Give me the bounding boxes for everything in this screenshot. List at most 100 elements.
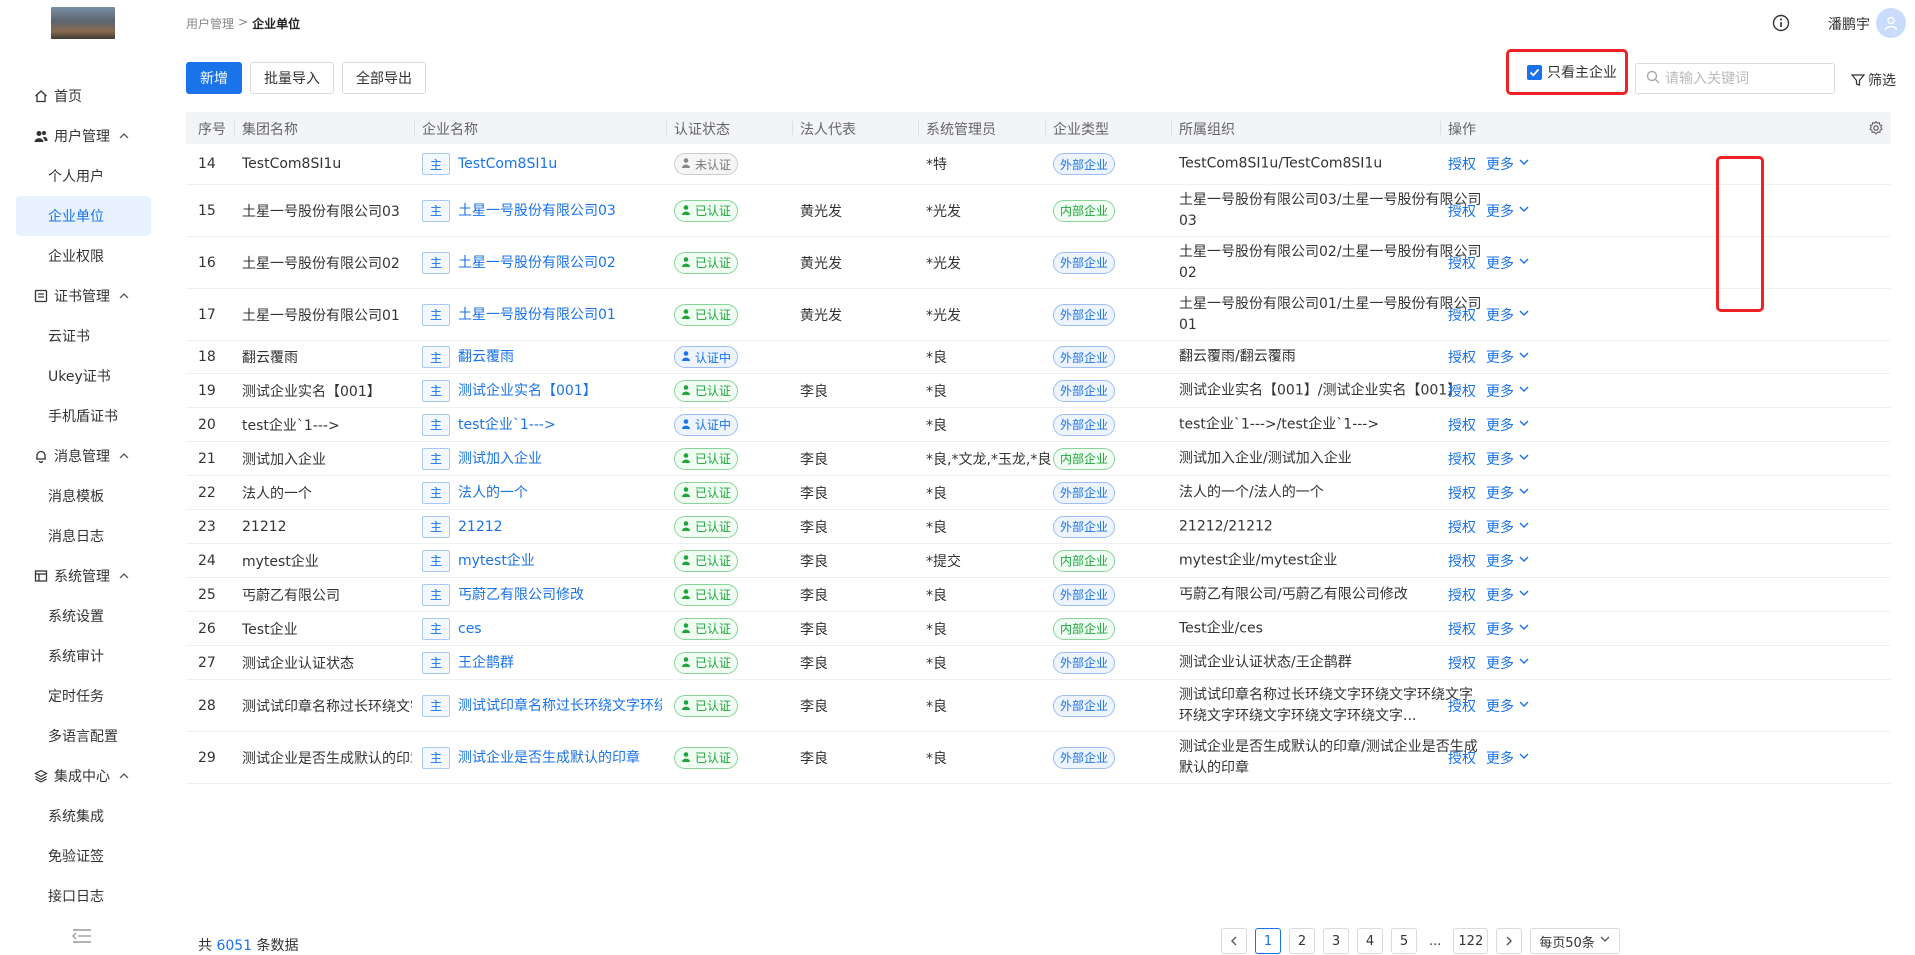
page-5-button[interactable]: 5	[1391, 928, 1417, 954]
more-dropdown[interactable]: 更多	[1486, 619, 1530, 639]
grant-link[interactable]: 授权	[1448, 748, 1476, 768]
page-1-button[interactable]: 1	[1255, 928, 1281, 954]
grant-link[interactable]: 授权	[1448, 653, 1476, 673]
sidebar-item-15[interactable]: 定时任务	[0, 676, 171, 716]
more-dropdown[interactable]: 更多	[1486, 449, 1530, 469]
enterprise-name-link[interactable]: 王企鹊群	[458, 655, 514, 671]
grant-link[interactable]: 授权	[1448, 154, 1476, 174]
enterprise-name-link[interactable]: 测试企业实名【001】	[458, 383, 597, 399]
grant-link[interactable]: 授权	[1448, 449, 1476, 469]
add-button[interactable]: 新增	[186, 62, 242, 94]
sidebar-item-2[interactable]: 个人用户	[0, 156, 171, 196]
last-page-button[interactable]: 122	[1453, 928, 1489, 954]
sidebar-item-20[interactable]: 接口日志	[0, 876, 171, 916]
more-dropdown[interactable]: 更多	[1486, 517, 1530, 537]
column-separator[interactable]	[414, 121, 415, 135]
sidebar-item-17[interactable]: 集成中心	[0, 756, 171, 796]
enterprise-name-link[interactable]: test企业`1--->	[458, 417, 556, 433]
enterprise-name-link[interactable]: 土星一号股份有限公司01	[458, 307, 616, 323]
sidebar-item-0[interactable]: 首页	[0, 76, 171, 116]
enterprise-name-link[interactable]: 土星一号股份有限公司03	[458, 203, 616, 219]
grant-link[interactable]: 授权	[1448, 551, 1476, 571]
avatar[interactable]	[1876, 8, 1906, 38]
more-dropdown[interactable]: 更多	[1486, 585, 1530, 605]
grant-link[interactable]: 授权	[1448, 619, 1476, 639]
enterprise-name-link[interactable]: 丐蔚乙有限公司修改	[458, 587, 584, 603]
more-dropdown[interactable]: 更多	[1486, 415, 1530, 435]
filter-button[interactable]: 筛选	[1851, 70, 1896, 90]
sidebar-item-11[interactable]: 消息日志	[0, 516, 171, 556]
column-separator[interactable]	[666, 121, 667, 135]
grant-link[interactable]: 授权	[1448, 415, 1476, 435]
search-input[interactable]	[1665, 70, 1825, 87]
column-separator[interactable]	[1440, 121, 1441, 135]
sidebar-item-18[interactable]: 系统集成	[0, 796, 171, 836]
column-separator[interactable]	[792, 121, 793, 135]
grant-link[interactable]: 授权	[1448, 517, 1476, 537]
next-page-button[interactable]	[1496, 928, 1523, 954]
prev-page-button[interactable]	[1221, 928, 1247, 954]
page-4-button[interactable]: 4	[1357, 928, 1383, 954]
batch-import-button[interactable]: 批量导入	[250, 62, 334, 94]
enterprise-name-link[interactable]: 法人的一个	[458, 485, 528, 501]
collapse-menu-icon[interactable]	[72, 928, 92, 944]
more-dropdown[interactable]: 更多	[1486, 201, 1530, 221]
more-dropdown[interactable]: 更多	[1486, 305, 1530, 325]
grant-link[interactable]: 授权	[1448, 201, 1476, 221]
info-icon[interactable]	[1772, 14, 1790, 32]
column-separator[interactable]	[1171, 121, 1172, 135]
sidebar-item-7[interactable]: Ukey证书	[0, 356, 171, 396]
enterprise-name-link[interactable]: 测试企业是否生成默认的印章	[458, 750, 640, 766]
sidebar-item-1[interactable]: 用户管理	[0, 116, 171, 156]
sidebar-item-13[interactable]: 系统设置	[0, 596, 171, 636]
sidebar-item-8[interactable]: 手机盾证书	[0, 396, 171, 436]
sidebar-item-16[interactable]: 多语言配置	[0, 716, 171, 756]
page-2-button[interactable]: 2	[1289, 928, 1315, 954]
main-enterprise-only-checkbox[interactable]: 只看主企业	[1506, 49, 1628, 95]
grant-link[interactable]: 授权	[1448, 305, 1476, 325]
grant-link[interactable]: 授权	[1448, 253, 1476, 273]
sidebar-item-5[interactable]: 证书管理	[0, 276, 171, 316]
enterprise-name-link[interactable]: mytest企业	[458, 553, 535, 569]
column-separator[interactable]	[1045, 121, 1046, 135]
page-size-select[interactable]: 每页50条	[1530, 928, 1621, 954]
more-dropdown[interactable]: 更多	[1486, 381, 1530, 401]
grant-link[interactable]: 授权	[1448, 347, 1476, 367]
breadcrumb-parent[interactable]: 用户管理	[186, 15, 234, 32]
grant-link[interactable]: 授权	[1448, 381, 1476, 401]
grant-link[interactable]: 授权	[1448, 483, 1476, 503]
sidebar-item-9[interactable]: 消息管理	[0, 436, 171, 476]
column-settings-icon[interactable]	[1868, 120, 1884, 140]
more-dropdown[interactable]: 更多	[1486, 653, 1530, 673]
export-all-button[interactable]: 全部导出	[342, 62, 426, 94]
page-3-button[interactable]: 3	[1323, 928, 1349, 954]
more-dropdown[interactable]: 更多	[1486, 253, 1530, 273]
grant-link[interactable]: 授权	[1448, 696, 1476, 716]
enterprise-name-link[interactable]: TestCom8SI1u	[458, 156, 557, 172]
sidebar-item-6[interactable]: 云证书	[0, 316, 171, 356]
column-separator[interactable]	[918, 121, 919, 135]
column-separator[interactable]	[234, 121, 235, 135]
checkbox-checked-icon[interactable]	[1527, 64, 1542, 80]
enterprise-name-link[interactable]: 土星一号股份有限公司02	[458, 255, 616, 271]
sidebar-item-4[interactable]: 企业权限	[0, 236, 171, 276]
more-dropdown[interactable]: 更多	[1486, 551, 1530, 571]
more-dropdown[interactable]: 更多	[1486, 154, 1530, 174]
user-name[interactable]: 潘鹏宇	[1828, 14, 1870, 34]
more-dropdown[interactable]: 更多	[1486, 483, 1530, 503]
sidebar-item-10[interactable]: 消息模板	[0, 476, 171, 516]
enterprise-name-link[interactable]: 翻云覆雨	[458, 349, 514, 365]
chevron-down-icon	[1518, 203, 1530, 219]
grant-link[interactable]: 授权	[1448, 585, 1476, 605]
enterprise-name-link[interactable]: ces	[458, 621, 482, 637]
more-dropdown[interactable]: 更多	[1486, 347, 1530, 367]
sidebar-item-14[interactable]: 系统审计	[0, 636, 171, 676]
more-dropdown[interactable]: 更多	[1486, 696, 1530, 716]
sidebar-item-19[interactable]: 免验证签	[0, 836, 171, 876]
sidebar-item-12[interactable]: 系统管理	[0, 556, 171, 596]
sidebar-item-3[interactable]: 企业单位	[16, 196, 151, 236]
enterprise-name-link[interactable]: 21212	[458, 519, 503, 535]
enterprise-name-link[interactable]: 测试加入企业	[458, 451, 542, 467]
enterprise-name-link[interactable]: 测试试印章名称过长环绕文字环绕文...	[458, 698, 662, 714]
more-dropdown[interactable]: 更多	[1486, 748, 1530, 768]
